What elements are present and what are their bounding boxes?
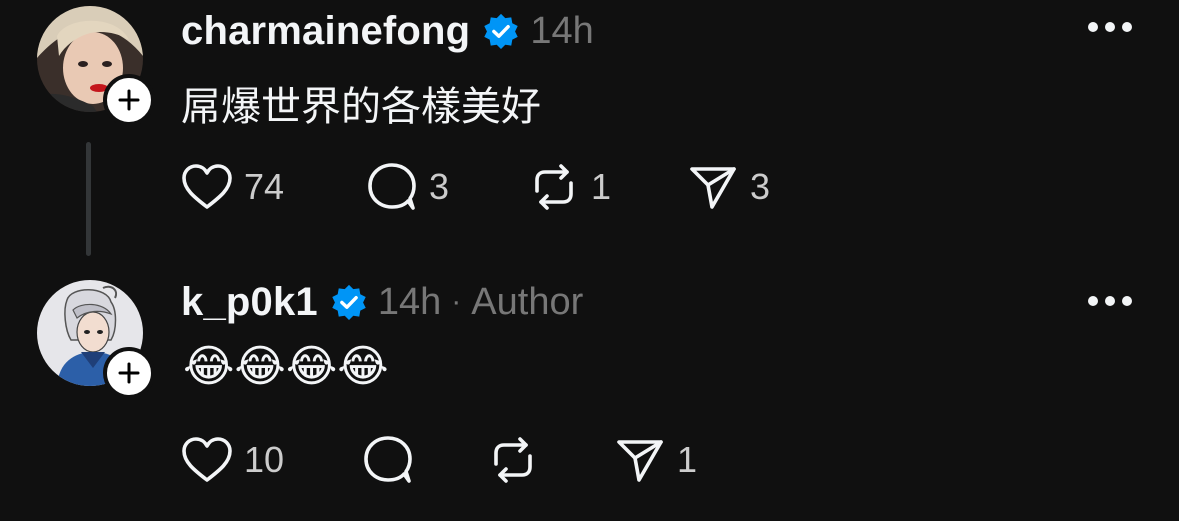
meta-separator: · [451, 285, 462, 318]
comment-text: 屌爆世界的各樣美好 [181, 84, 541, 130]
speech-bubble-icon [368, 163, 416, 210]
plus-icon [118, 89, 140, 111]
heart-icon [182, 437, 232, 482]
repost-button[interactable]: 1 [527, 159, 611, 215]
like-count: 74 [244, 166, 285, 207]
comment-header: k_p0k1 14h · Author [181, 274, 583, 330]
repost-icon [494, 437, 532, 483]
reply-button[interactable]: 3 [365, 159, 449, 215]
thread-line [86, 142, 91, 256]
follow-button[interactable] [103, 347, 155, 399]
more-options-icon[interactable] [1088, 291, 1132, 311]
heart-icon [182, 164, 232, 209]
verified-badge-icon [484, 13, 519, 50]
share-count: 3 [750, 166, 771, 207]
share-count: 1 [677, 439, 698, 480]
verified-badge-icon [332, 284, 366, 321]
username[interactable]: k_p0k1 [181, 280, 318, 325]
paper-plane-icon [617, 440, 663, 482]
repost-button[interactable] [486, 432, 550, 488]
comment-header: charmainefong 14h [181, 3, 594, 59]
share-button[interactable]: 1 [613, 432, 697, 488]
timestamp: 14h [530, 9, 594, 52]
more-options-icon[interactable] [1088, 17, 1132, 37]
author-tag: Author [471, 280, 584, 323]
share-button[interactable]: 3 [686, 159, 770, 215]
paper-plane-icon [690, 167, 736, 209]
plus-icon [118, 362, 140, 384]
timestamp: 14h [377, 280, 442, 323]
reply-button[interactable] [361, 432, 425, 488]
username[interactable]: charmainefong [181, 9, 470, 54]
comment-text: 😂😂😂😂 [183, 341, 389, 392]
follow-button[interactable] [103, 74, 155, 126]
reply-count: 3 [429, 166, 450, 207]
repost-icon [535, 164, 573, 210]
like-button[interactable]: 74 [180, 159, 284, 215]
like-button[interactable]: 10 [180, 432, 284, 488]
repost-count: 1 [591, 166, 612, 207]
speech-bubble-icon [364, 436, 412, 483]
like-count: 10 [244, 439, 285, 480]
